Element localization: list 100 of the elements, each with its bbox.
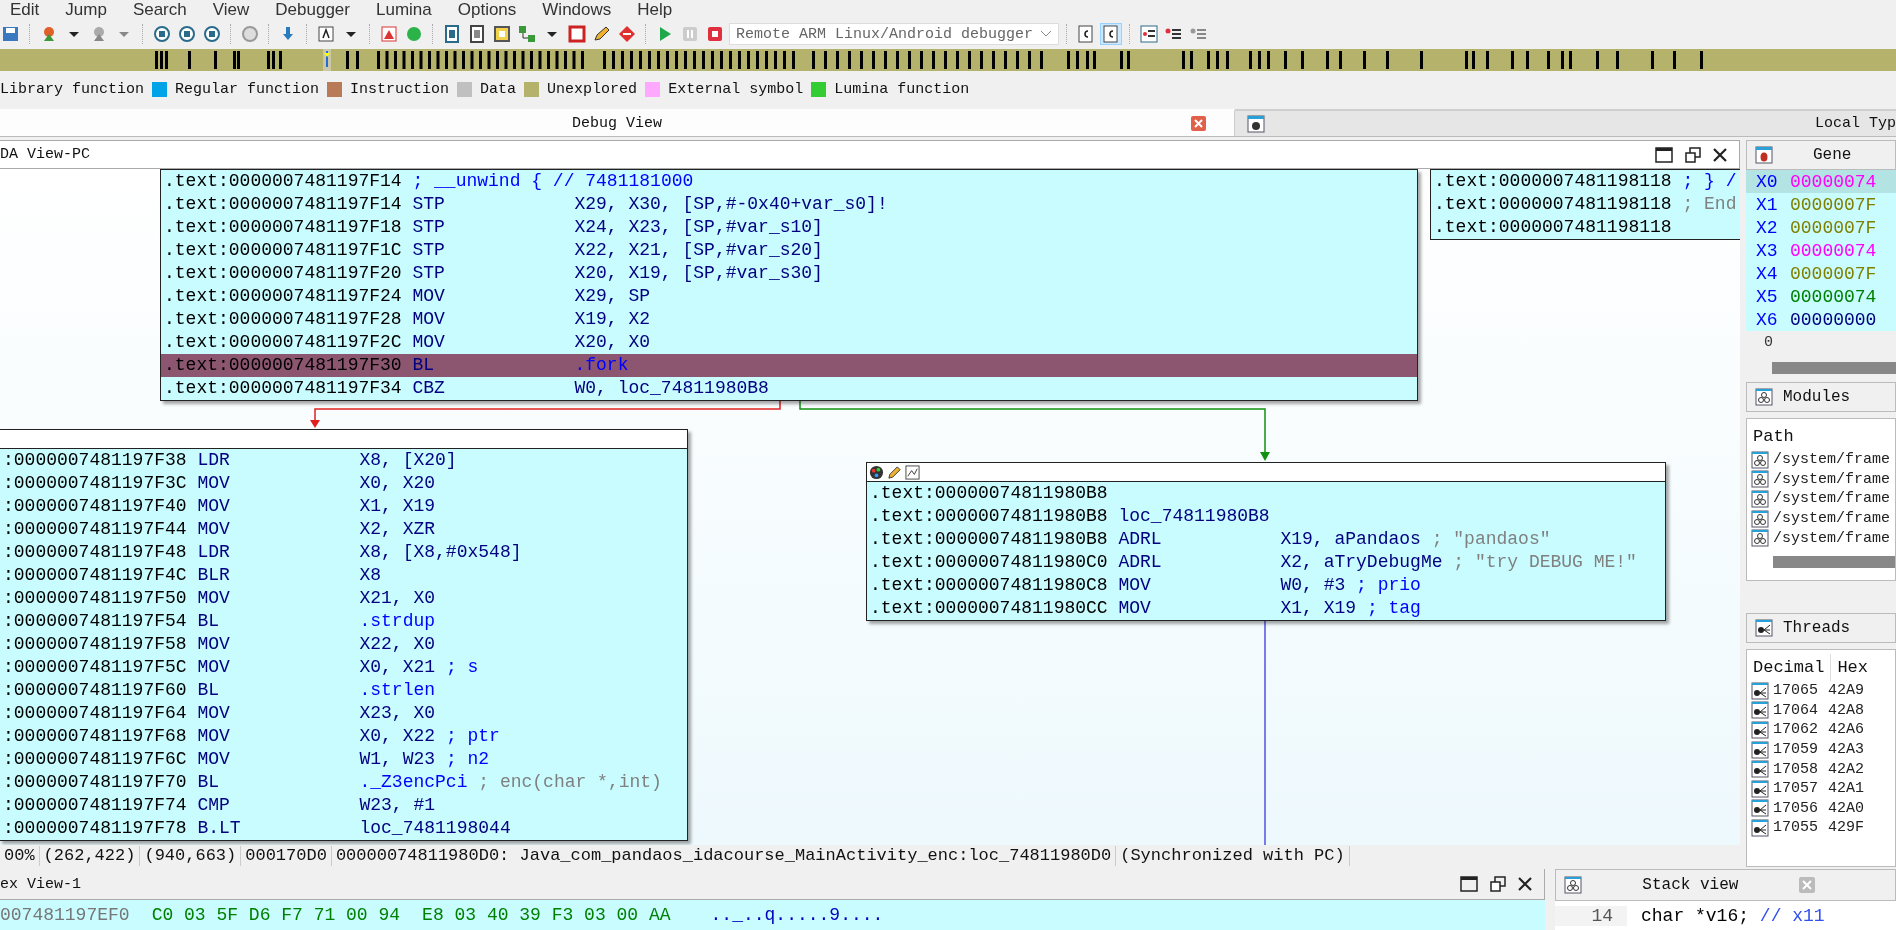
disassembly-line[interactable]: .text:0000007481197F28 MOV X19, X2 <box>161 308 1417 331</box>
register-value: 00000074 <box>1790 286 1877 307</box>
hex-bytes: E8 03 40 39 F3 03 00 AA <box>422 905 671 925</box>
module-path[interactable]: /system/frame <box>1773 529 1891 547</box>
navigation-band-drawing[interactable] <box>0 49 1896 71</box>
disassembly-line[interactable]: :0000007481197F70 BL ._Z3encPci ; enc(char *,int) <box>0 771 687 794</box>
menu-item[interactable]: Options <box>457 0 517 20</box>
disassembly-line[interactable]: :0000007481197F48 LDR X8, [X8,#0x548] <box>0 541 687 564</box>
legend-label: External symbol <box>668 80 804 98</box>
disassembly-line[interactable]: :0000007481197F60 BL .strlen <box>0 679 687 702</box>
circle-icon[interactable] <box>201 23 223 45</box>
disassembly-line[interactable]: .text:0000007481197F20 STP X20, X19, [SP,#var_s30] <box>161 262 1417 285</box>
disassembly-line[interactable]: .text:00000074811980B8 ADRL X19, aPandaos ; "pandaos" <box>867 528 1665 551</box>
text-box-icon[interactable] <box>315 23 337 45</box>
disassembly-line[interactable]: :0000007481197F58 MOV X22, X0 <box>0 633 687 656</box>
scrollbar-thumb[interactable] <box>1773 555 1895 568</box>
circle-icon[interactable] <box>151 23 173 45</box>
restore-icon[interactable] <box>1490 876 1506 892</box>
pencil-icon[interactable] <box>887 464 902 480</box>
register-row[interactable]: X1 0000007F <box>1746 193 1896 216</box>
menu-item[interactable]: Lumina <box>375 0 432 20</box>
document-icon[interactable] <box>491 23 513 45</box>
circle-icon[interactable] <box>176 23 198 45</box>
list-icon[interactable] <box>1138 23 1160 45</box>
disassembly-line[interactable]: .text:00000074811980B8 loc_74811980B8 <box>867 505 1665 528</box>
close-icon[interactable] <box>1518 877 1532 891</box>
module-path[interactable]: /system/frame <box>1773 451 1891 469</box>
scrollbar-thumb[interactable] <box>1772 362 1896 374</box>
disassembly-line[interactable]: .text:00000074811980B8 <box>867 482 1665 505</box>
menu-item[interactable]: Edit <box>10 0 40 20</box>
threads-icon <box>1755 618 1773 637</box>
module-path[interactable]: /system/frame <box>1773 510 1891 528</box>
disassembly-line[interactable]: .text:0000007481198118 ; End <box>1431 193 1740 216</box>
disassembly-line[interactable]: .text:0000007481197F18 STP X24, X23, [SP,#var_s10] <box>161 216 1417 239</box>
register-name: X4 <box>1755 263 1779 284</box>
disassembly-line[interactable]: :0000007481197F6C MOV W1, W23 ; n2 <box>0 748 687 771</box>
column-header[interactable]: Decimal <box>1747 653 1832 681</box>
disassembly-line[interactable]: :0000007481197F74 CMP W23, #1 <box>0 794 687 817</box>
module-path[interactable]: /system/frame <box>1773 490 1891 508</box>
disassembly-line[interactable]: :0000007481197F44 MOV X2, XZR <box>0 518 687 541</box>
debugger-select[interactable]: Remote ARM Linux/Android debugger <box>729 23 1059 45</box>
panel-title: Stack view <box>1642 876 1739 894</box>
chevron-icon[interactable] <box>1040 30 1052 38</box>
disassembly-line[interactable]: .text:0000007481197F14 STP X29, X30, [SP,#-0x40+var_s0]! <box>161 193 1417 216</box>
status-cell: (262,422) <box>39 846 141 866</box>
menu-item[interactable]: Debugger <box>275 0 350 20</box>
modules-icon <box>1751 490 1769 508</box>
document-icon[interactable] <box>1100 23 1122 45</box>
menu-item[interactable]: Help <box>637 0 673 20</box>
disassembly-line[interactable]: .text:00000074811980C8 MOV W0, #3 ; prio <box>867 574 1665 597</box>
restore-icon[interactable] <box>1685 146 1701 163</box>
column-header[interactable]: Hex <box>1831 653 1875 681</box>
menu-item[interactable]: View <box>212 0 250 20</box>
view-tab[interactable]: Local Typ <box>1235 109 1896 136</box>
disassembly-line[interactable]: .text:0000007481197F24 MOV X29, SP <box>161 285 1417 308</box>
palette-icon[interactable] <box>869 464 884 480</box>
register-row[interactable]: X2 0000007F <box>1746 216 1896 239</box>
disassembly-line[interactable]: :0000007481197F68 MOV X0, X22 ; ptr <box>0 725 687 748</box>
disassembly-line[interactable]: .text:00000074811980C0 ADRL X2, aTryDebugMe ; "try DEBUG ME!" <box>867 551 1665 574</box>
thread-cell: 17057 <box>1773 780 1818 798</box>
menu-item[interactable]: Jump <box>65 0 107 20</box>
register-row[interactable]: X5 00000074 <box>1746 285 1896 308</box>
disassembly-line[interactable]: :0000007481197F4C BLR X8 <box>0 564 687 587</box>
graph-icon[interactable] <box>905 464 920 480</box>
disassembly-line[interactable]: .text:0000007481197F1C STP X22, X21, [SP,#var_s20] <box>161 239 1417 262</box>
register-row[interactable]: X3 00000074 <box>1746 239 1896 262</box>
maximize-icon[interactable] <box>1460 876 1478 892</box>
nodes-icon[interactable] <box>516 23 538 45</box>
bug-icon[interactable] <box>1755 146 1773 164</box>
square-icon[interactable] <box>566 23 588 45</box>
close-icon[interactable] <box>1713 147 1727 162</box>
hex-address: 007481197EF0 <box>0 905 130 925</box>
disassembly-line[interactable]: .text:0000007481198118 ; } / <box>1431 170 1740 193</box>
disassembly-line[interactable]: .text:0000007481198118 <box>1431 216 1740 239</box>
window-icon[interactable] <box>1247 114 1265 133</box>
view-tab[interactable]: Debug View <box>0 109 1235 136</box>
modules-icon <box>1751 509 1769 528</box>
disassembly-line[interactable]: .text:0000007481197F34 CBZ W0, loc_74811980B8 <box>161 377 1417 400</box>
disassembly-line[interactable]: :0000007481197F38 LDR X8, [X20] <box>0 449 687 472</box>
menu-item[interactable]: Search <box>132 0 187 20</box>
thread-icon <box>1751 740 1769 759</box>
column-header[interactable]: Path <box>1747 423 1895 450</box>
disassembly-line[interactable]: :0000007481197F5C MOV X0, X21 ; s <box>0 656 687 679</box>
module-path[interactable]: /system/frame <box>1773 470 1891 488</box>
disassembly-line[interactable]: :0000007481197F64 MOV X23, X0 <box>0 702 687 725</box>
disassembly-line[interactable]: :0000007481197F78 B.LT loc_7481198044 <box>0 817 687 840</box>
maximize-icon[interactable] <box>1655 146 1673 163</box>
register-row[interactable]: X4 0000007F <box>1746 262 1896 285</box>
menu-item[interactable]: Windows <box>542 0 612 20</box>
disassembly-line[interactable]: :0000007481197F3C MOV X0, X20 <box>0 472 687 495</box>
disassembly-line[interactable]: .text:00000074811980CC MOV X1, X19 ; tag <box>867 597 1665 620</box>
disassembly-line[interactable]: :0000007481197F54 BL .strdup <box>0 610 687 633</box>
register-row[interactable]: X6 00000000 <box>1746 308 1896 331</box>
register-value: 0000007F <box>1790 263 1877 284</box>
register-row[interactable]: X0 00000074 <box>1746 170 1896 193</box>
disassembly-line[interactable]: .text:0000007481197F14 ; __unwind { // 7481181000 <box>161 170 1417 193</box>
disassembly-line[interactable]: :0000007481197F50 MOV X21, X0 <box>0 587 687 610</box>
disassembly-line[interactable]: :0000007481197F40 MOV X1, X19 <box>0 495 687 518</box>
disassembly-line[interactable]: .text:0000007481197F2C MOV X20, X0 <box>161 331 1417 354</box>
thread-icon <box>1751 799 1769 818</box>
